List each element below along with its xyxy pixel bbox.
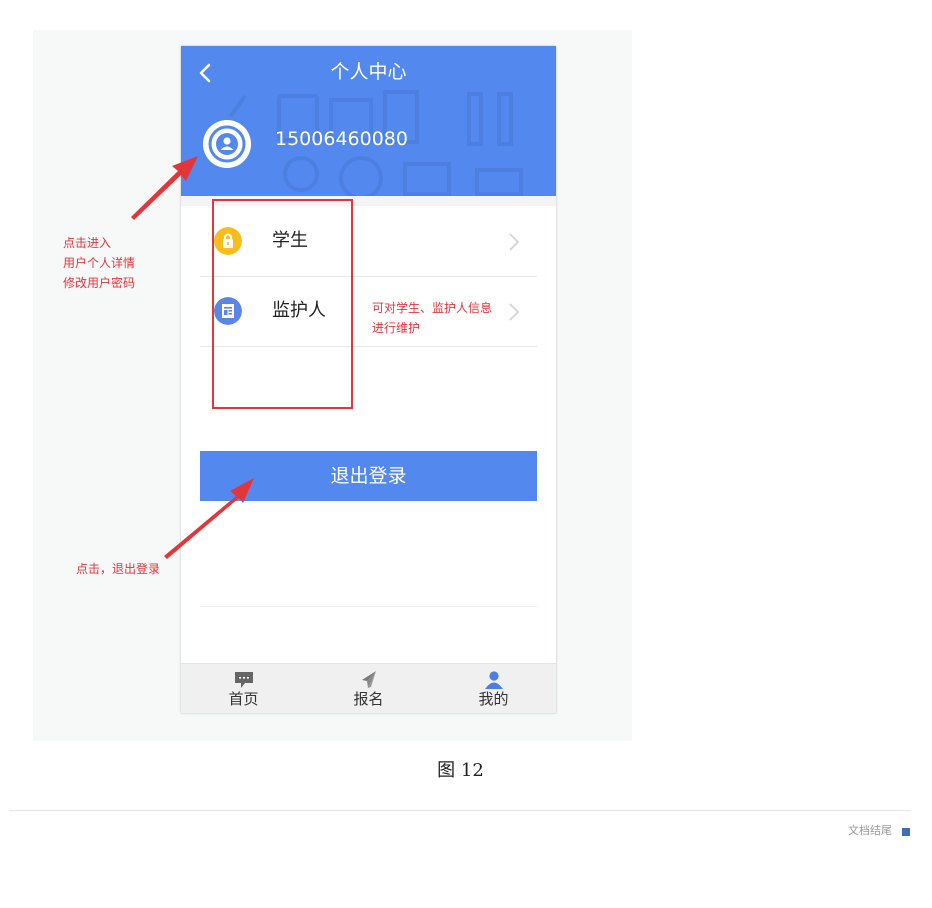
annotation-line: 用户个人详情 <box>63 256 136 270</box>
tab-label: 我的 <box>478 690 509 708</box>
profile-header: 个人中心 15006460080 <box>181 46 556 196</box>
avatar-icon[interactable] <box>203 120 251 168</box>
user-icon <box>484 671 503 689</box>
annotation-line: 进行维护 <box>372 321 421 335</box>
divider <box>200 606 537 607</box>
highlight-box <box>212 199 353 409</box>
page-title: 个人中心 <box>330 61 407 83</box>
logout-button[interactable]: 退出登录 <box>200 451 537 501</box>
tab-signup[interactable]: 报名 <box>306 664 431 713</box>
footer-rule <box>9 810 911 811</box>
annotation-line: 修改用户密码 <box>63 276 136 290</box>
tab-mine[interactable]: 我的 <box>431 664 556 713</box>
doc-end-marker <box>902 828 910 836</box>
chat-icon <box>234 672 253 688</box>
tab-label: 报名 <box>353 690 384 708</box>
tab-home[interactable]: 首页 <box>181 664 306 713</box>
send-icon <box>361 671 376 688</box>
annotation-line: 可对学生、监护人信息 <box>372 301 493 315</box>
figure-caption: 图 12 <box>437 760 484 781</box>
phone-number: 15006460080 <box>275 128 408 150</box>
menu-annotation: 可对学生、监护人信息 进行维护 <box>372 298 492 338</box>
profile-annotation: 点击进入 用户个人详情 修改用户密码 <box>63 233 135 293</box>
bottom-tab-bar: 首页 报名 我的 <box>181 663 556 713</box>
logout-annotation: 点击，退出登录 <box>76 562 161 576</box>
tab-label: 首页 <box>228 690 259 708</box>
doc-end-label: 文档结尾 <box>848 824 892 837</box>
annotation-line: 点击进入 <box>63 236 112 250</box>
chevron-right-icon <box>509 303 520 321</box>
chevron-right-icon <box>509 233 520 251</box>
